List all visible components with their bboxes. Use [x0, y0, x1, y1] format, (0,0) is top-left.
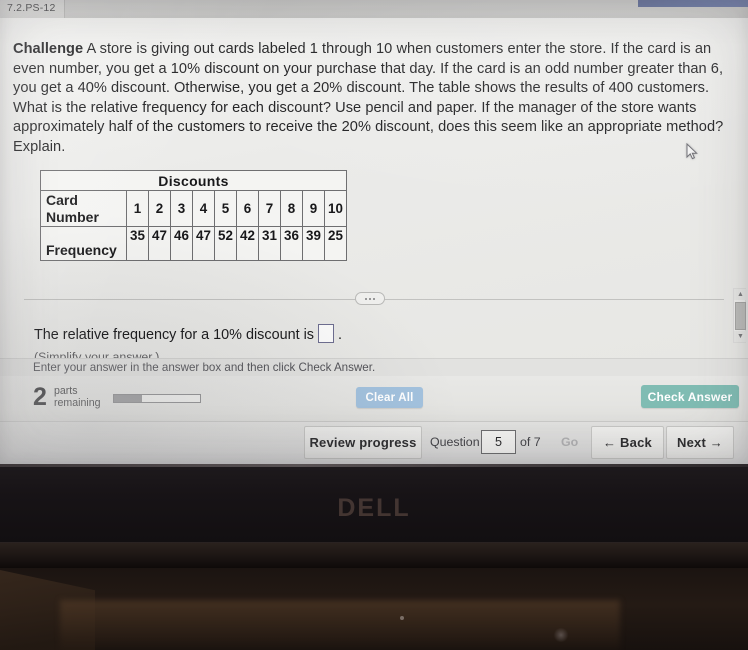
answer-period: . — [337, 326, 342, 343]
clear-all-button[interactable]: Clear All — [356, 387, 423, 408]
table-cell: 5 — [214, 190, 237, 227]
table-cell: 25 — [324, 226, 347, 261]
table-cell: 42 — [236, 226, 259, 261]
mouse-cursor-icon — [686, 143, 698, 160]
table-cell: 1 — [126, 190, 149, 227]
question-total-label: of 7 — [520, 435, 541, 449]
more-options-icon[interactable] — [355, 292, 385, 305]
window-chrome-accent — [638, 0, 748, 7]
browser-tab-strip: 7.2.PS-12 — [0, 0, 748, 18]
scrollbar-thumb[interactable] — [735, 302, 746, 330]
progress-bar — [113, 394, 201, 403]
table-row-frequency: Frequency 35 47 46 47 52 42 31 36 39 25 — [40, 226, 347, 261]
frequency-table-wrapper: Discounts Card Number 1 2 3 4 5 6 7 8 9 … — [40, 170, 347, 261]
parts-label-line2: remaining — [54, 397, 101, 409]
table-cell: 4 — [192, 190, 215, 227]
table-cell: 2 — [148, 190, 171, 227]
back-button[interactable]: ← Back — [591, 426, 664, 459]
desk-surface — [60, 600, 620, 650]
table-cell: 9 — [302, 190, 325, 227]
table-cell: 47 — [192, 226, 215, 261]
dell-logo: DELL — [337, 494, 411, 522]
status-bar: Enter your answer in the answer box and … — [0, 358, 748, 376]
answer-prompt: The relative frequency for a 10% discoun… — [34, 324, 342, 344]
tab-exercise-id[interactable]: 7.2.PS-12 — [0, 0, 65, 18]
bezel-highlight — [0, 464, 748, 467]
go-button[interactable]: Go — [561, 435, 578, 449]
photographed-laptop: 7.2.PS-12 Challenge A store is giving ou… — [0, 0, 748, 650]
problem-pane: Challenge A store is giving out cards la… — [0, 18, 748, 364]
answer-prompt-text: The relative frequency for a 10% discoun… — [34, 326, 314, 343]
status-message: Enter your answer in the answer box and … — [33, 361, 376, 374]
table-row-card-number: Card Number 1 2 3 4 5 6 7 8 9 10 — [40, 190, 347, 227]
question-label: Question — [430, 435, 480, 449]
parts-remaining-label: parts remaining — [54, 385, 101, 409]
next-button[interactable]: Next → — [666, 426, 734, 459]
table-cell: 36 — [280, 226, 303, 261]
laptop-screen: 7.2.PS-12 Challenge A store is giving ou… — [0, 0, 748, 464]
frequency-table: Discounts Card Number 1 2 3 4 5 6 7 8 9 … — [40, 170, 347, 261]
scroll-down-icon[interactable]: ▼ — [734, 331, 747, 342]
row-label-frequency: Frequency — [40, 226, 127, 261]
table-cell: 52 — [214, 226, 237, 261]
parts-remaining-count: 2 — [33, 383, 47, 411]
laptop-hinge — [0, 542, 748, 568]
deck-indicator-light — [553, 628, 569, 642]
table-cell: 8 — [280, 190, 303, 227]
progress-bar-fill — [114, 395, 143, 402]
problem-statement: Challenge A store is giving out cards la… — [13, 40, 733, 158]
table-cell: 7 — [258, 190, 281, 227]
row-label-card: Card — [46, 192, 78, 208]
table-title: Discounts — [40, 170, 347, 191]
check-answer-button[interactable]: Check Answer — [641, 385, 739, 408]
problem-label: Challenge — [13, 41, 84, 57]
table-cell: 35 — [126, 226, 149, 261]
table-cell: 10 — [324, 190, 347, 227]
parts-label-line1: parts — [54, 385, 78, 397]
answer-input[interactable] — [317, 324, 334, 343]
row-label-number: Number — [46, 209, 99, 225]
table-cell: 46 — [170, 226, 193, 261]
row-label-card-number: Card Number — [40, 190, 127, 227]
question-number-input[interactable]: 5 — [481, 430, 516, 454]
table-cell: 3 — [170, 190, 193, 227]
scroll-up-icon[interactable]: ▲ — [734, 289, 747, 300]
table-cell: 31 — [258, 226, 281, 261]
review-progress-button[interactable]: Review progress — [304, 426, 422, 459]
table-title-row: Discounts — [40, 170, 347, 191]
table-cell: 47 — [148, 226, 171, 261]
problem-body: A store is giving out cards labeled 1 th… — [13, 41, 724, 155]
vertical-scrollbar[interactable]: ▲ ▼ — [733, 288, 747, 343]
table-cell: 6 — [236, 190, 259, 227]
deck-speck — [400, 616, 404, 620]
table-cell: 39 — [302, 226, 325, 261]
